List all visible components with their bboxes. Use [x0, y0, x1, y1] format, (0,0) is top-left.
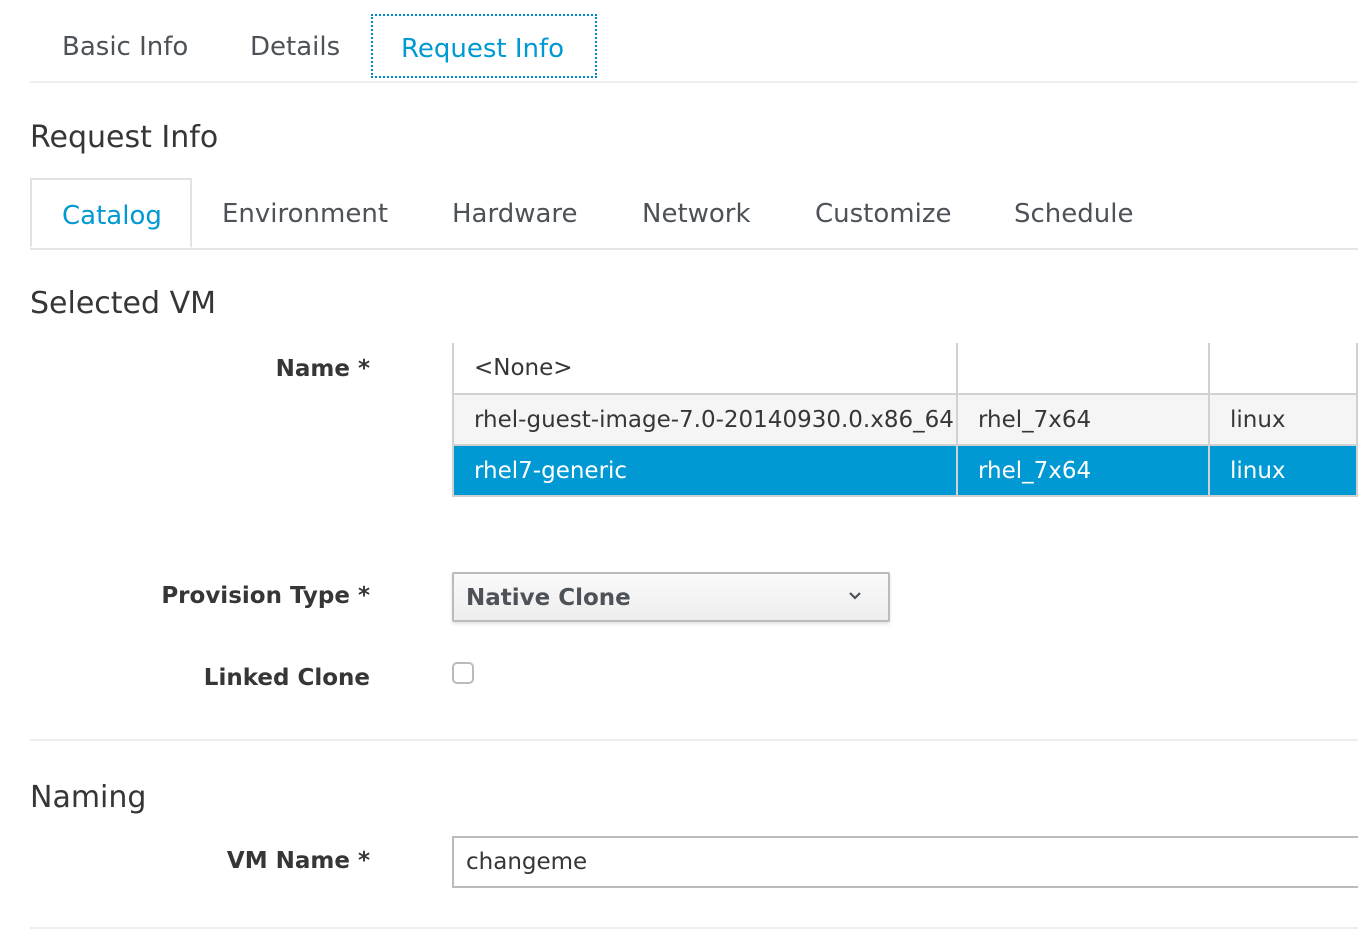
- vm-name-label: VM Name *: [226, 848, 370, 874]
- vm-os-cell: rhel_7x64: [956, 394, 1210, 446]
- tab-customize[interactable]: Customize: [815, 178, 951, 248]
- naming-heading: Naming: [30, 780, 147, 815]
- tab-request-info[interactable]: Request Info: [371, 14, 597, 78]
- vm-selection-table: <None> rhel-guest-image-7.0-20140930.0.x…: [452, 343, 1358, 497]
- request-info-heading: Request Info: [30, 120, 219, 155]
- tab-basic-info[interactable]: Basic Info: [62, 14, 188, 78]
- tab-schedule[interactable]: Schedule: [1014, 178, 1133, 248]
- vm-platform-cell: linux: [1208, 394, 1358, 446]
- vm-name-cell: rhel7-generic: [452, 445, 958, 497]
- chevron-down-icon: [849, 592, 861, 600]
- top-tab-bar: Basic Info Details Request Info: [30, 0, 1358, 83]
- sub-tab-bar: Catalog Environment Hardware Network Cus…: [30, 178, 1358, 250]
- vm-name-input[interactable]: [452, 836, 1358, 888]
- provision-type-label: Provision Type *: [161, 583, 370, 609]
- vm-platform-cell: [1208, 343, 1358, 395]
- section-divider: [30, 739, 1358, 741]
- tab-hardware[interactable]: Hardware: [452, 178, 578, 248]
- selected-vm-heading: Selected VM: [30, 286, 216, 321]
- tab-environment[interactable]: Environment: [222, 178, 388, 248]
- table-row-selected[interactable]: rhel7-generic rhel_7x64 linux: [452, 445, 1358, 497]
- table-row[interactable]: <None>: [452, 343, 1358, 395]
- table-row[interactable]: rhel-guest-image-7.0-20140930.0.x86_64 r…: [452, 394, 1358, 446]
- section-divider: [30, 927, 1358, 929]
- tab-details[interactable]: Details: [250, 14, 340, 78]
- vm-platform-cell: linux: [1208, 445, 1358, 497]
- name-label: Name *: [275, 356, 370, 382]
- provision-type-value: Native Clone: [466, 585, 631, 611]
- vm-name-cell: <None>: [452, 343, 958, 395]
- vm-os-cell: rhel_7x64: [956, 445, 1210, 497]
- linked-clone-checkbox[interactable]: [452, 662, 474, 684]
- vm-os-cell: [956, 343, 1210, 395]
- tab-network[interactable]: Network: [642, 178, 751, 248]
- vm-name-cell: rhel-guest-image-7.0-20140930.0.x86_64: [452, 394, 958, 446]
- linked-clone-label: Linked Clone: [203, 665, 370, 691]
- provision-type-select[interactable]: Native Clone: [452, 572, 890, 622]
- tab-catalog[interactable]: Catalog: [30, 178, 192, 248]
